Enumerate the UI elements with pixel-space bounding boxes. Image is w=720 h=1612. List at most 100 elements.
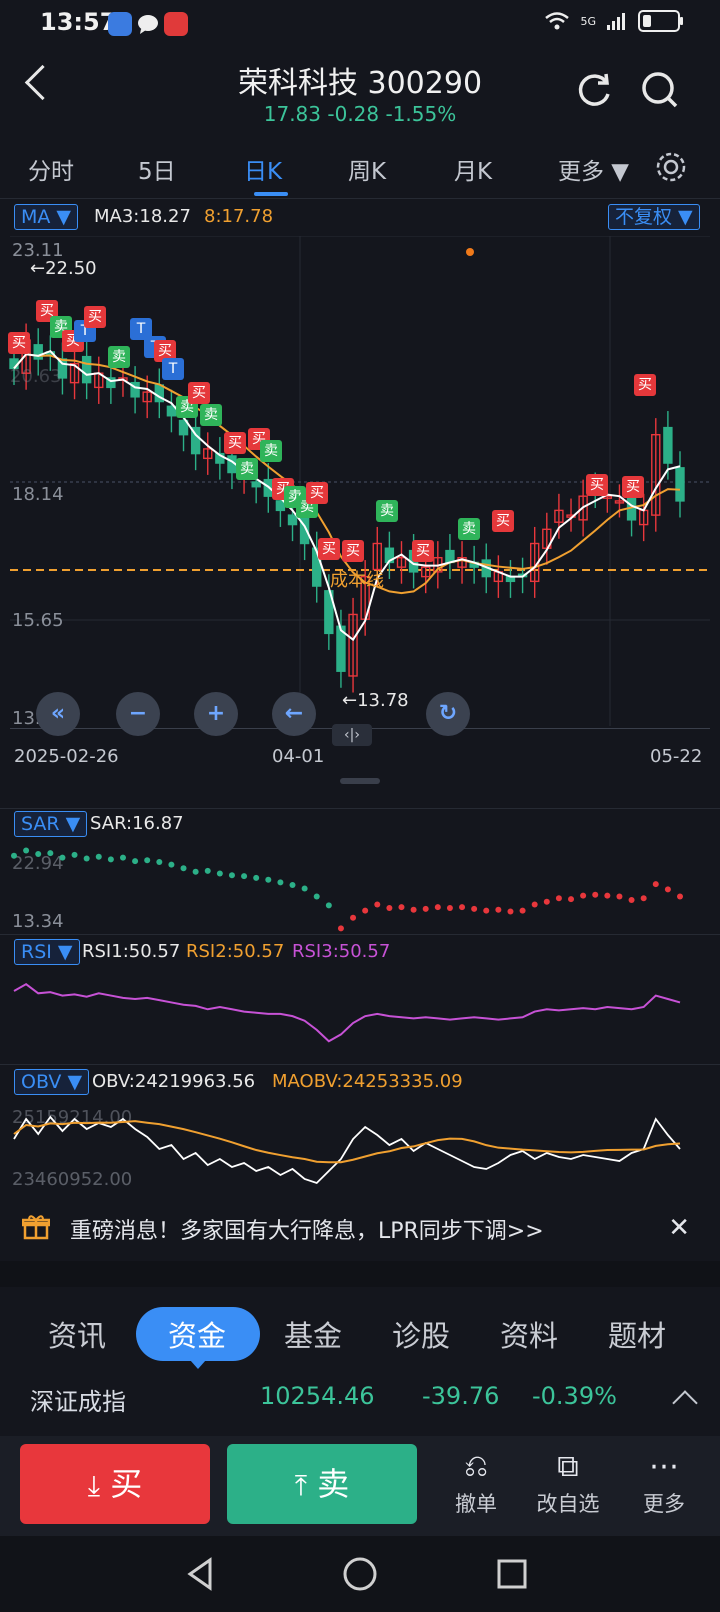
sar-dot — [23, 847, 30, 854]
index-row[interactable]: 深证成指 10254.46 -39.76 -0.39% — [0, 1370, 720, 1430]
date-start: 2025-02-26 — [14, 746, 119, 767]
buy-signal-marker: 买 — [492, 510, 514, 532]
sar-value: SAR:16.87 — [90, 813, 184, 834]
sar-dot — [228, 872, 235, 879]
signal-markers: 买买卖买T买卖TT买T卖买卖买卖买卖买卖卖买买买卖买卖买买买买 — [0, 236, 720, 716]
sar-dot — [471, 905, 478, 912]
sub-tab-theme[interactable]: 题材 — [608, 1313, 666, 1355]
zoom-in-button[interactable]: + — [194, 692, 238, 736]
sell-signal-marker: 卖 — [458, 518, 480, 540]
sar-dot — [446, 905, 453, 911]
change: -0.28 — [327, 102, 380, 126]
news-banner[interactable]: 重磅消息！多家国有大行降息，LPR同步下调>> ✕ — [0, 1195, 720, 1261]
more-button[interactable]: ⋯ 更多 — [624, 1446, 704, 1518]
sar-dot — [362, 907, 369, 914]
refresh-icon[interactable] — [572, 68, 616, 112]
cancel-order-icon: ⎌ — [464, 1449, 488, 1484]
sar-dot — [168, 861, 175, 868]
period-tabs: 分时 5日 日K 周K 月K 更多 ▼ — [0, 140, 720, 199]
buy-signal-marker: 买 — [586, 474, 608, 496]
buy-button[interactable]: ⤓ 买 — [20, 1444, 210, 1524]
sar-dot — [555, 895, 562, 902]
tab-weekly-k[interactable]: 周K — [348, 152, 386, 186]
sub-tab-news[interactable]: 资讯 — [48, 1313, 106, 1355]
scroll-left-button[interactable]: ← — [272, 692, 316, 736]
buy-signal-marker: 买 — [188, 382, 210, 404]
sar-dot — [192, 868, 199, 875]
sar-dot — [495, 906, 502, 913]
sar-dot — [289, 882, 296, 888]
rotate-button[interactable]: ↻ — [426, 692, 470, 736]
sar-dot — [422, 905, 429, 912]
status-bar: 13:57 5G — [0, 0, 720, 48]
message-icon — [136, 12, 160, 36]
sar-dot — [543, 898, 550, 905]
chart-edit-icon: ⧉ — [557, 1449, 579, 1484]
sub-tab-diagnosis[interactable]: 诊股 — [392, 1313, 450, 1355]
drag-handle[interactable]: ‹|› — [332, 724, 372, 746]
panel-resize-handle[interactable] — [340, 778, 380, 784]
sar-dot — [325, 902, 332, 909]
rsi-selector[interactable]: RSI ▼ — [14, 939, 80, 965]
sar-dot — [35, 851, 42, 858]
app-notification-icon-2 — [164, 12, 188, 36]
buy-label: 买 — [110, 1465, 143, 1503]
sar-dot — [156, 859, 163, 865]
sar-dot — [398, 904, 405, 911]
nav-back-icon[interactable] — [184, 1556, 216, 1592]
search-icon[interactable] — [638, 68, 682, 112]
adjust-selector[interactable]: 不复权 ▼ — [608, 204, 700, 230]
buy-signal-marker: 买 — [306, 482, 328, 504]
sub-tab-fund[interactable]: 基金 — [284, 1313, 342, 1355]
edit-watchlist-button[interactable]: ⧉ 改自选 — [528, 1446, 608, 1518]
obv-panel[interactable]: OBV ▼ OBV:24219963.56 MAOBV:24253335.09 … — [0, 1064, 720, 1195]
tab-monthly-k[interactable]: 月K — [454, 152, 492, 186]
rsi-panel[interactable]: RSI ▼ RSI1:50.57 RSI2:50.57 RSI3:50.57 — [0, 934, 720, 1061]
cancel-order-button[interactable]: ⎌ 撤单 — [436, 1446, 516, 1518]
gear-icon[interactable] — [654, 150, 688, 184]
date-mid: 04-01 — [272, 746, 325, 767]
sar-dot — [313, 893, 320, 900]
zoom-out-far-button[interactable]: « — [36, 692, 80, 736]
sar-dot — [531, 901, 538, 908]
buy-signal-marker: 买 — [622, 476, 644, 498]
sar-selector[interactable]: SAR ▼ — [14, 811, 88, 837]
sar-dot — [628, 897, 635, 904]
close-icon[interactable]: ✕ — [668, 1213, 690, 1243]
active-tab-underline — [254, 192, 288, 196]
chevron-up-icon[interactable] — [672, 1390, 698, 1416]
sub-tab-profile[interactable]: 资料 — [500, 1313, 558, 1355]
sar-panel[interactable]: SAR ▼ SAR:16.87 22.94 13.34 — [0, 808, 720, 935]
sar-dot — [677, 893, 683, 900]
trade-bar: ⤓ 买 ⤒ 卖 ⎌ 撤单 ⧉ 改自选 ⋯ 更多 — [0, 1436, 720, 1536]
sell-arrow-icon: ⤒ — [294, 1469, 308, 1502]
ma8-value: 8:17.78 — [204, 206, 274, 227]
more-dots-icon: ⋯ — [649, 1449, 679, 1484]
gift-icon — [22, 1215, 50, 1240]
sub-tab-funds[interactable]: 资金 — [168, 1313, 226, 1355]
obv-selector[interactable]: OBV ▼ — [14, 1069, 90, 1095]
sar-dot — [59, 854, 66, 861]
sar-dot — [519, 907, 526, 914]
index-name: 深证成指 — [30, 1388, 126, 1416]
sar-svg — [11, 847, 683, 932]
ma-selector[interactable]: MA ▼ — [14, 204, 79, 230]
nav-home-icon[interactable] — [342, 1556, 378, 1592]
stock-header: 荣科科技 300290 17.83 -0.28 -1.55% — [0, 48, 720, 132]
news-text[interactable]: 重磅消息！多家国有大行降息，LPR同步下调>> — [70, 1213, 544, 1245]
sar-dot — [410, 906, 417, 913]
tab-more[interactable]: 更多 ▼ — [558, 152, 629, 186]
sar-dot — [350, 914, 357, 921]
tab-fenshi[interactable]: 分时 — [28, 152, 74, 186]
zoom-out-button[interactable]: − — [116, 692, 160, 736]
sell-button[interactable]: ⤒ 卖 — [227, 1444, 417, 1524]
sar-dot — [483, 907, 490, 914]
tab-daily-k[interactable]: 日K — [244, 152, 282, 186]
sell-label: 卖 — [317, 1465, 350, 1503]
nav-recents-icon[interactable] — [496, 1558, 528, 1590]
index-value: 10254.46 — [260, 1382, 375, 1410]
network-label: 5G — [580, 14, 596, 28]
sar-dot — [386, 905, 393, 911]
sell-signal-marker: 卖 — [376, 500, 398, 522]
tab-5day[interactable]: 5日 — [138, 152, 176, 186]
